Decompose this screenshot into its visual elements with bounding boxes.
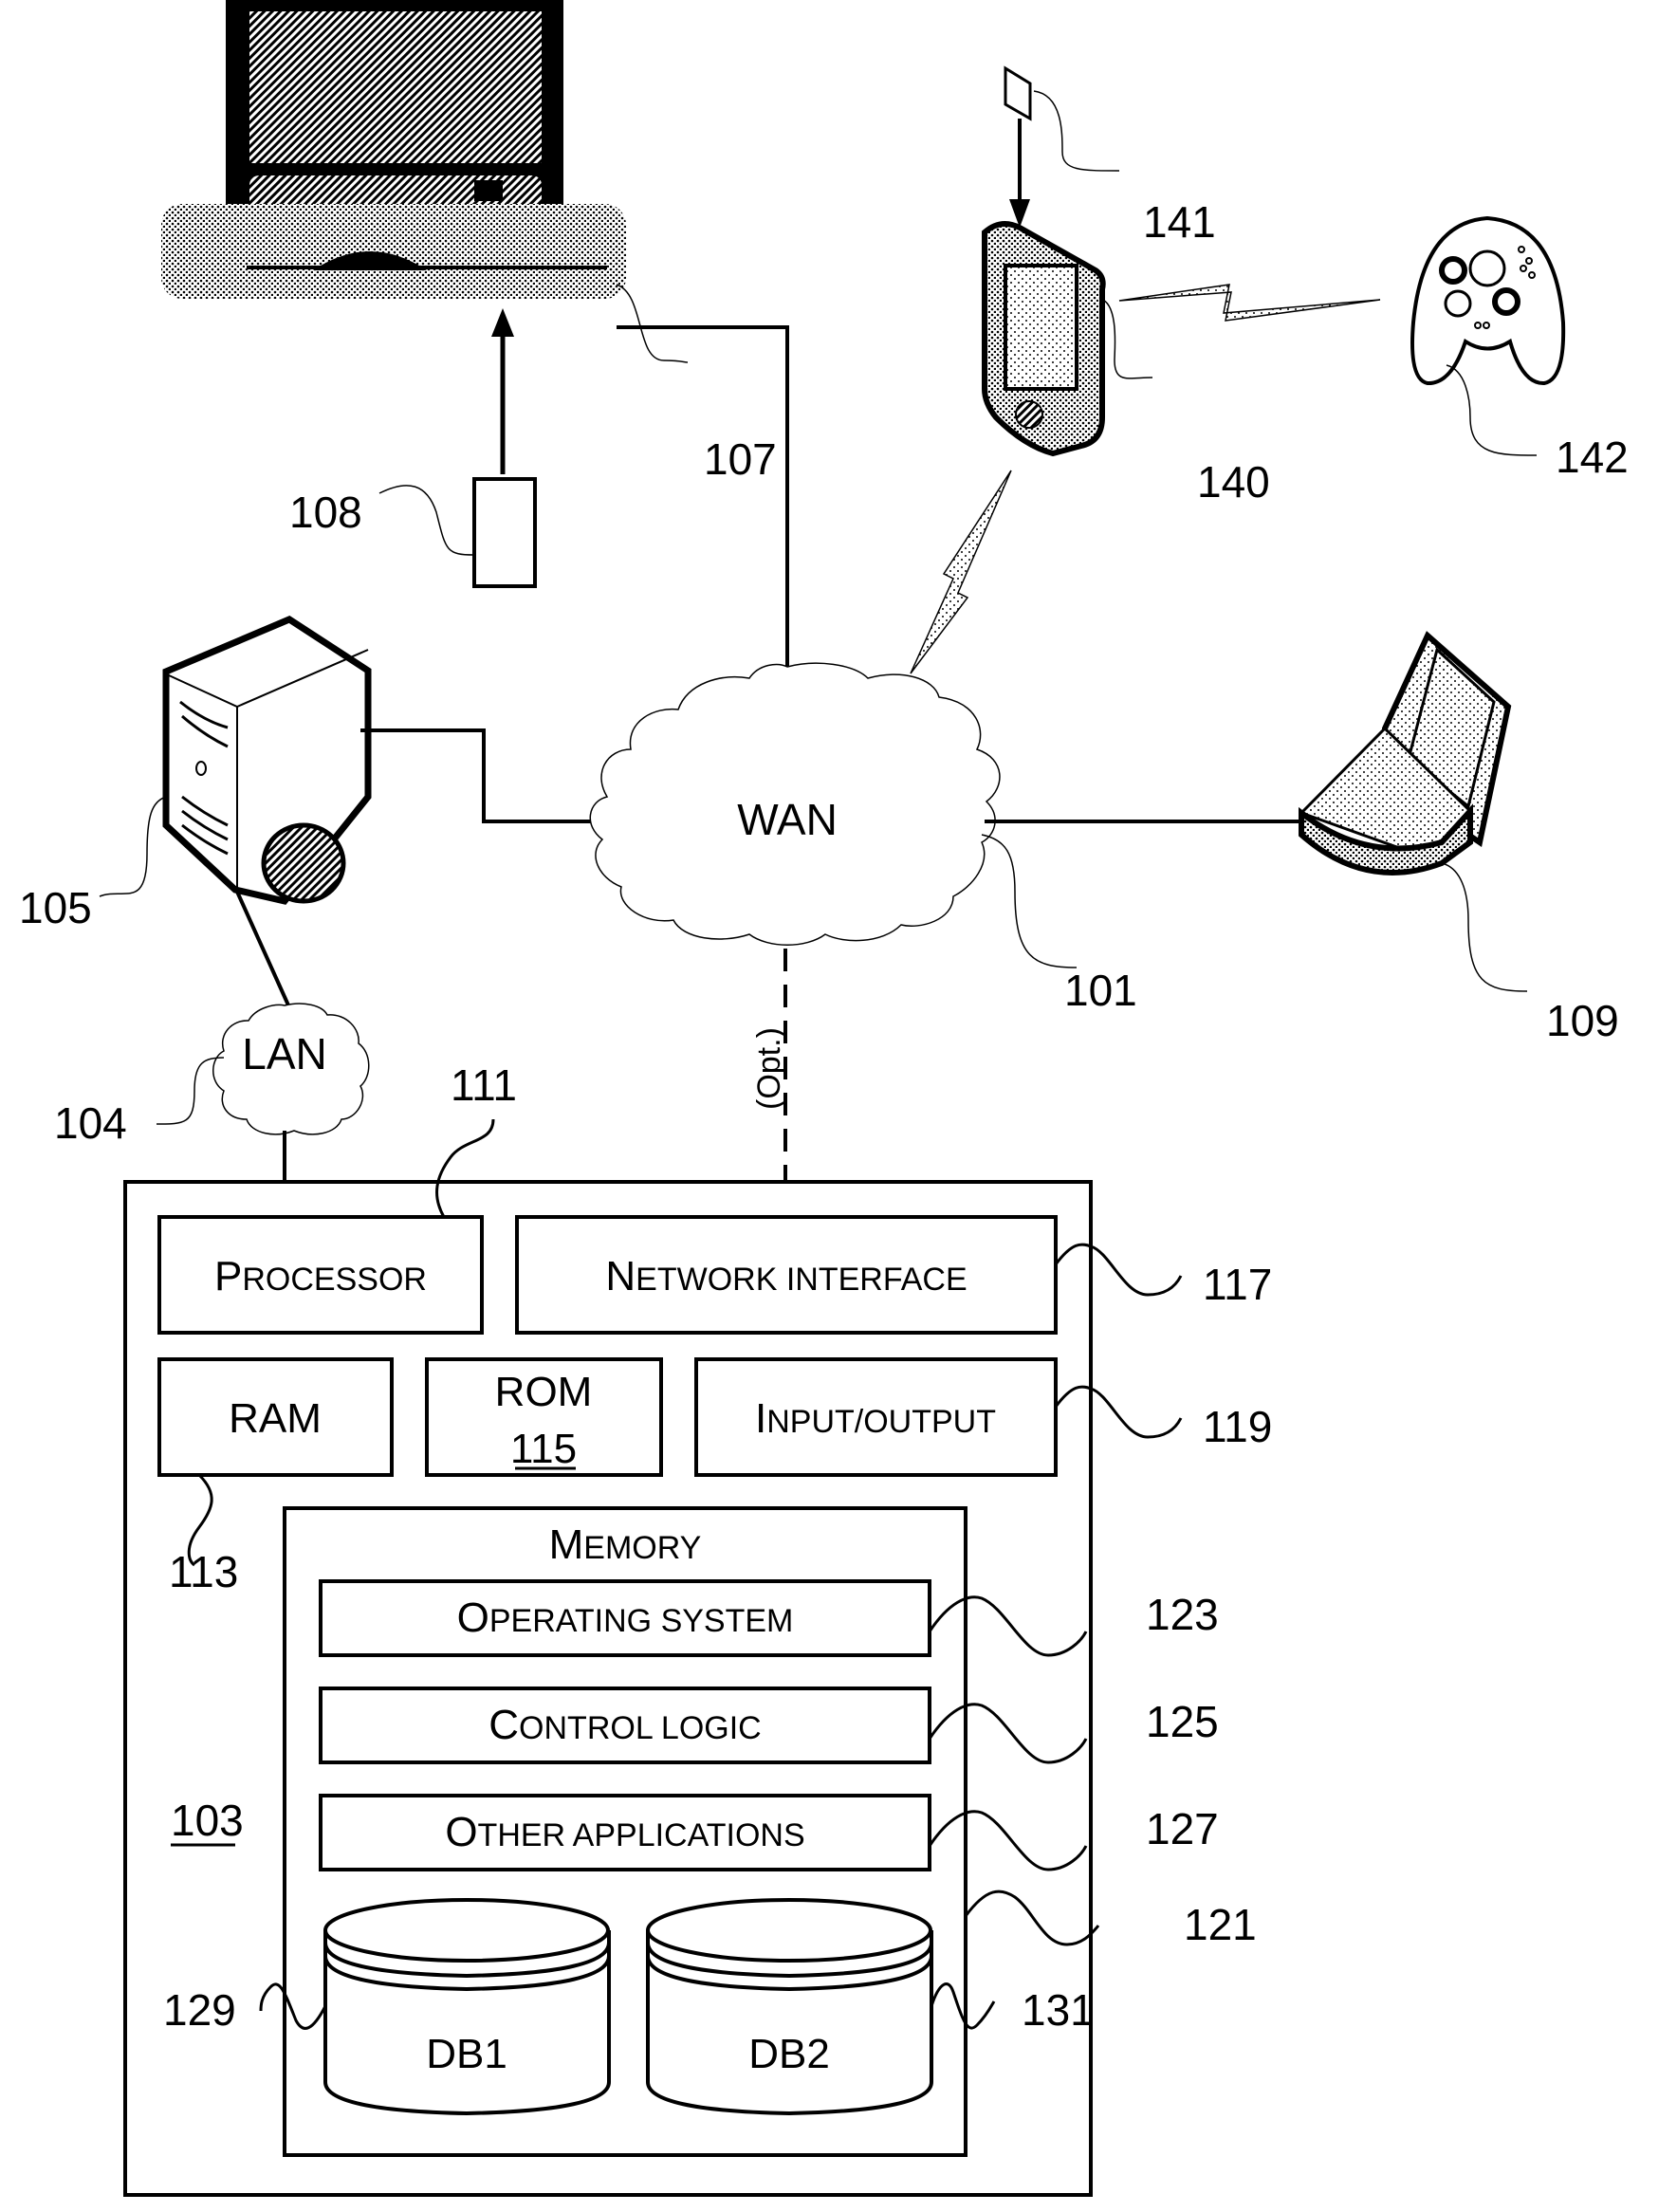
- ram-label: RAM: [229, 1395, 322, 1442]
- label-140: 140: [1197, 457, 1270, 507]
- link-settop-wan: [617, 325, 789, 679]
- leader-117: [1054, 1243, 1183, 1297]
- leader-111: [435, 1118, 495, 1218]
- wireless-link-controller: [1118, 284, 1381, 322]
- wireless-link-wan: [910, 470, 1012, 674]
- leader-108: [378, 485, 475, 556]
- label-127: 127: [1146, 1804, 1219, 1853]
- server-icon: [162, 616, 372, 905]
- optional-link-label: (Opt.): [751, 1027, 787, 1110]
- label-101: 101: [1064, 966, 1137, 1015]
- db1-label: DB1: [426, 2031, 507, 2077]
- rom-label: ROM: [495, 1369, 593, 1415]
- label-121: 121: [1184, 1900, 1257, 1949]
- wan-cloud: WAN: [589, 662, 1001, 946]
- label-117: 117: [1203, 1260, 1272, 1309]
- label-123: 123: [1146, 1590, 1219, 1639]
- label-129: 129: [163, 1985, 236, 2035]
- remote-control-icon: [472, 308, 537, 588]
- mobile-device-icon: [982, 221, 1106, 457]
- link-server-wan: [360, 728, 594, 823]
- wan-label: WAN: [737, 795, 838, 844]
- leader-119: [1054, 1385, 1183, 1439]
- leader-121: [964, 1889, 1100, 1946]
- db2-label: DB2: [748, 2031, 830, 2077]
- label-141: 141: [1143, 197, 1216, 247]
- link-server-lan: [235, 891, 291, 1008]
- network-diagram: 107 108 141 140 142 105 WAN 101 109 LAN …: [19, 0, 1629, 2197]
- label-104: 104: [54, 1098, 127, 1148]
- television-set-top-box-icon: [161, 0, 626, 299]
- label-131: 131: [1022, 1985, 1095, 2035]
- label-113: 113: [169, 1547, 238, 1596]
- lan-cloud: LAN: [212, 1003, 370, 1135]
- laptop-icon: [1299, 631, 1512, 876]
- leader-107: [616, 284, 689, 363]
- db1-cylinder: DB1: [323, 1898, 611, 2116]
- leader-109: [1441, 862, 1528, 992]
- leader-141: [1033, 90, 1120, 172]
- label-111: 111: [451, 1060, 517, 1110]
- label-109: 109: [1546, 996, 1619, 1045]
- label-119: 119: [1203, 1402, 1272, 1451]
- lan-label: LAN: [242, 1029, 326, 1078]
- db2-cylinder: DB2: [646, 1898, 933, 2116]
- label-103: 103: [171, 1796, 244, 1845]
- label-108: 108: [289, 488, 362, 537]
- leader-105: [99, 796, 167, 897]
- label-105: 105: [19, 883, 92, 932]
- game-controller-icon: [1410, 215, 1566, 386]
- leader-101: [981, 834, 1078, 968]
- leader-140: [1099, 298, 1153, 379]
- card-icon: [1004, 65, 1032, 228]
- label-125: 125: [1146, 1697, 1219, 1746]
- label-107: 107: [704, 434, 777, 484]
- rom-number: 115: [510, 1426, 577, 1472]
- label-142: 142: [1556, 433, 1629, 482]
- leader-142: [1446, 364, 1538, 456]
